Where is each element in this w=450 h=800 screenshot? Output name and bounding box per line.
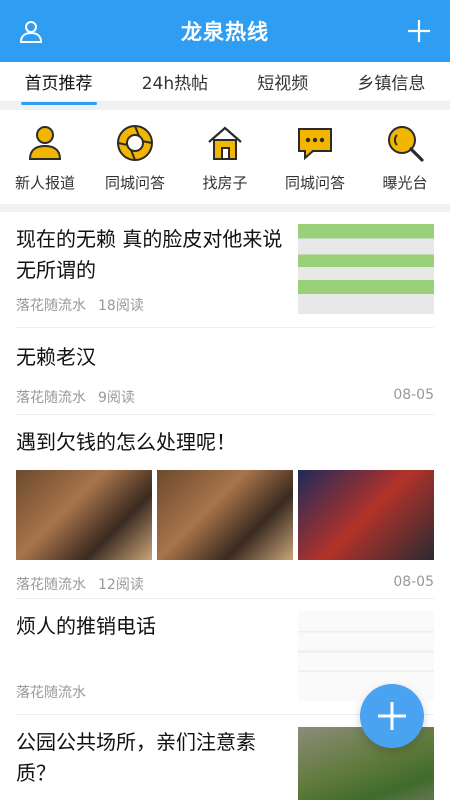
quick-item-exposure[interactable]: 曝光台 <box>361 122 449 196</box>
post-thumbnail[interactable] <box>298 611 434 701</box>
post-author: 落花随流水 <box>16 390 86 406</box>
user-icon[interactable] <box>14 14 48 48</box>
compose-button[interactable] <box>360 684 424 748</box>
app-title: 龙泉热线 <box>181 20 269 44</box>
quick-item-label: 同城问答 <box>104 174 165 192</box>
post-title: 无赖老汉 <box>16 345 96 369</box>
post-reads: 18阅读 <box>98 298 144 314</box>
tab-town-info[interactable]: 乡镇信息 <box>353 63 429 100</box>
top-bar: 龙泉热线 <box>0 0 450 62</box>
post-title: 现在的无赖 真的脸皮对他来说无所谓的 <box>16 227 283 282</box>
post-text: 公园公共场所，亲们注意素质？ <box>16 727 298 800</box>
quick-item-house[interactable]: 找房子 <box>181 122 269 196</box>
divider <box>0 204 450 212</box>
post-author: 落花随流水 <box>16 298 86 314</box>
post-date: 08-05 <box>393 574 434 590</box>
quick-item-label: 曝光台 <box>382 174 428 192</box>
post-text: 烦人的推销电话 落花随流水 <box>16 611 298 702</box>
post-meta: 落花随流水 18阅读 <box>16 295 286 315</box>
quick-item-qa[interactable]: 同城问答 <box>91 122 179 196</box>
post-meta: 落花随流水 <box>16 682 286 702</box>
post-thumbnail[interactable] <box>298 224 434 314</box>
post-title: 烦人的推销电话 <box>16 614 156 638</box>
post-image-row <box>16 470 434 560</box>
post-title: 遇到欠钱的怎么处理呢！ <box>16 430 236 454</box>
quick-item-label: 新人报道 <box>14 174 75 192</box>
tab-bar: 首页推荐 24h热帖 短视频 乡镇信息 <box>0 62 450 105</box>
post-reads: 12阅读 <box>98 577 144 593</box>
post-image[interactable] <box>16 470 152 560</box>
quick-item-label: 找房子 <box>202 174 248 192</box>
quick-item-qa-2[interactable]: 同城问答 <box>271 122 359 196</box>
app-root: 龙泉热线 首页推荐 24h热帖 短视频 乡镇信息 新人报道 同城问答 找房子 同… <box>0 0 450 800</box>
camera-aperture-icon <box>114 122 156 164</box>
person-icon <box>24 122 66 164</box>
post-item[interactable]: 遇到欠钱的怎么处理呢！ 落花随流水 12阅读 08-05 <box>16 415 434 599</box>
magnifier-icon <box>384 122 426 164</box>
post-title: 公园公共场所，亲们注意素质？ <box>16 730 256 785</box>
post-meta: 落花随流水 12阅读 08-05 <box>16 574 434 594</box>
post-image[interactable] <box>298 470 434 560</box>
chat-bubble-icon <box>294 122 336 164</box>
post-date: 08-05 <box>393 387 434 403</box>
post-item[interactable]: 无赖老汉 落花随流水 9阅读 08-05 <box>16 328 434 415</box>
house-icon <box>204 122 246 164</box>
post-meta: 落花随流水 9阅读 08-05 <box>16 387 434 407</box>
post-author: 落花随流水 <box>16 685 86 701</box>
post-reads: 9阅读 <box>98 390 135 406</box>
tab-short-video[interactable]: 短视频 <box>253 63 312 100</box>
quick-item-newcomer[interactable]: 新人报道 <box>1 122 89 196</box>
post-image[interactable] <box>157 470 293 560</box>
post-item[interactable]: 现在的无赖 真的脸皮对他来说无所谓的 落花随流水 18阅读 <box>16 212 434 328</box>
plus-icon <box>378 702 406 730</box>
quick-entry-row: 新人报道 同城问答 找房子 同城问答 曝光台 <box>0 110 450 204</box>
post-author: 落花随流水 <box>16 577 86 593</box>
tab-recommend[interactable]: 首页推荐 <box>20 63 97 105</box>
quick-item-label: 同城问答 <box>284 174 345 192</box>
tab-hot-24h[interactable]: 24h热帖 <box>138 63 212 100</box>
plus-icon[interactable] <box>402 14 436 48</box>
post-text: 现在的无赖 真的脸皮对他来说无所谓的 落花随流水 18阅读 <box>16 224 298 315</box>
